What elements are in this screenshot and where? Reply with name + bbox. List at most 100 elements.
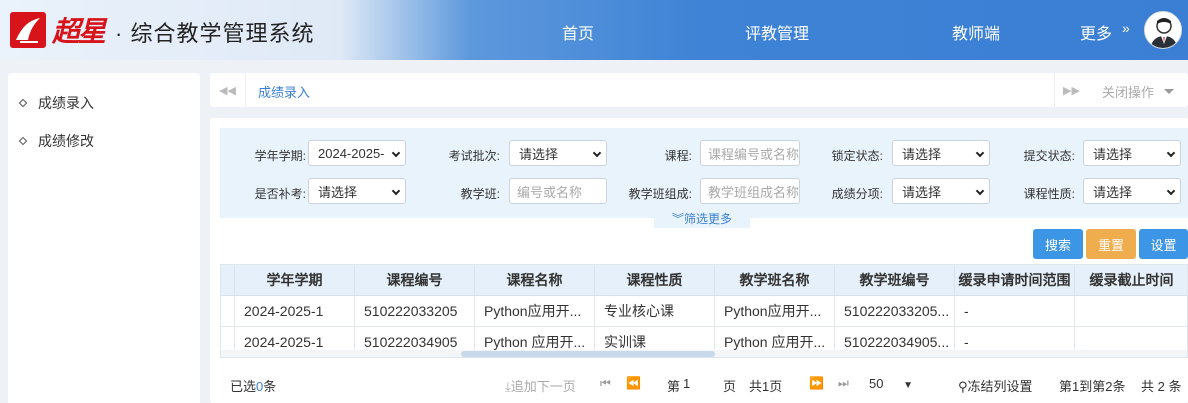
tab-scroll-left-icon[interactable]: ◀◀ [210,73,246,107]
selected-prefix: 已选 [230,379,257,394]
class-composition-label: 教学班组成: [628,187,692,201]
exam-batch-select[interactable]: 请选择 [509,140,607,166]
page-size-select[interactable]: 50 ▼ [869,376,913,391]
cell-course-type: 专业核心课 [595,296,715,327]
close-operations-dropdown[interactable]: 关闭操作 [1102,82,1175,101]
chevron-down-icon [391,148,401,158]
caret-down-icon [1164,89,1175,94]
col-header-course-code[interactable]: 课程编号 [355,265,475,296]
cell-term: 2024-2025-1 [235,296,355,327]
nav-more[interactable]: 更多 [1080,20,1112,44]
col-header-class-name[interactable]: 教学班名称 [715,265,835,296]
data-table: 学年学期 课程编号 课程名称 课程性质 教学班名称 教学班编号 缓录申请时间范围… [220,264,1188,358]
tab-score-entry[interactable]: 成绩录入 [258,82,310,101]
cell-class-code: 510222033205... [835,296,955,327]
lock-status-select[interactable]: 请选择 [892,140,990,166]
brand-logo-icon [10,12,46,48]
course-input[interactable]: 课程编号或名称 [700,140,800,166]
col-header-defer-range[interactable]: 缓录申请时间范围 [955,265,1075,296]
term-select-value: 2024-2025- [318,145,385,161]
close-operations-label: 关闭操作 [1102,85,1155,100]
score-item-label: 成绩分项: [831,187,883,201]
nav-evaluation[interactable]: 评教管理 [745,20,809,44]
makeup-label: 是否补考: [254,187,306,201]
pin-icon: ⚲ [958,379,968,394]
sidebar-item-score-entry[interactable]: 成绩录入 [18,93,94,113]
exam-batch-value: 请选择 [519,146,559,162]
page-prefix: 第 [667,379,681,394]
pagination-bar: 已选0条 ⤓追加下一页 ⏮ ⏪ 第 1 页 共1页 ⏩ ⏭ 50 ▼ ⚲冻结列设… [220,368,1188,398]
chevron-down-icon [975,186,985,196]
filter-panel: 学年学期: 2024-2025- 考试批次: 请选择 课程: 课程编号或名称 锁… [220,128,1188,218]
submit-status-label: 提交状态: [1023,149,1075,163]
makeup-select[interactable]: 请选择 [308,178,406,204]
course-type-value: 请选择 [1093,184,1133,200]
total-pages: 共1页 [749,379,783,394]
horizontal-scrollbar[interactable] [221,350,1187,357]
page-number-input[interactable]: 1 [683,376,690,391]
freeze-columns-label: 冻结列设置 [967,379,1033,394]
nav-teacher[interactable]: 教师端 [952,20,1000,44]
user-avatar-icon [1150,18,1178,48]
double-chevron-right-icon[interactable]: » [1122,20,1130,36]
next-page-icon[interactable]: ⏩ [809,376,824,390]
class-input[interactable]: 编号或名称 [509,178,607,204]
chevron-down-icon [975,148,985,158]
prev-page-icon[interactable]: ⏪ [626,376,641,390]
page-suffix: 页 [723,379,737,394]
avatar[interactable] [1144,11,1182,49]
row-select-cell[interactable] [221,296,235,327]
score-item-select[interactable]: 请选择 [892,178,990,204]
class-composition-input[interactable]: 教学班组成名称 [700,178,800,204]
first-page-icon[interactable]: ⏮ [600,376,611,391]
checkbox-column-header[interactable] [221,265,235,296]
course-type-label: 课程性质: [1023,187,1075,201]
lock-status-value: 请选择 [902,146,942,162]
submit-status-select[interactable]: 请选择 [1083,140,1181,166]
col-header-class-code[interactable]: 教学班编号 [835,265,955,296]
nav-home[interactable]: 首页 [562,20,594,44]
double-chevron-down-icon: ︾ [671,212,684,226]
chevron-down-icon [1166,148,1176,158]
brand-logo-text: 超星 [52,15,106,48]
sidebar-item-label: 成绩修改 [38,133,94,149]
top-header: 超星 · 综合教学管理系统 首页 评教管理 教师端 更多 » [0,0,1188,60]
lock-status-label: 锁定状态: [831,149,883,163]
append-next-label: 追加下一页 [510,379,576,394]
cell-class-name: Python应用开... [715,296,835,327]
table-header-row: 学年学期 课程编号 课程名称 课程性质 教学班名称 教学班编号 缓录申请时间范围… [221,265,1187,296]
append-next-page-button[interactable]: ⤓追加下一页 [505,376,576,395]
record-total: 共 2 条 [1141,379,1182,394]
record-range: 第1到第2条 [1059,379,1126,394]
cell-defer-deadline [1075,296,1187,327]
more-filter-label: 筛选更多 [684,212,733,226]
freeze-columns-button[interactable]: ⚲冻结列设置 [958,376,1033,395]
scrollbar-thumb[interactable] [461,351,715,357]
score-item-value: 请选择 [902,184,942,200]
col-header-defer-deadline[interactable]: 缓录截止时间 [1075,265,1187,296]
search-button[interactable]: 搜索 [1033,229,1083,259]
last-page-icon[interactable]: ⏭ [838,376,849,391]
table-row[interactable]: 2024-2025-1 510222033205 Python应用开... 专业… [221,296,1187,327]
chevron-down-icon [592,148,602,158]
main-panel: 学年学期: 2024-2025- 考试批次: 请选择 课程: 课程编号或名称 锁… [210,118,1188,403]
term-select[interactable]: 2024-2025- [308,140,406,166]
chevron-down-icon: ▼ [903,380,913,391]
system-title: · 综合教学管理系统 [115,21,315,46]
diamond-bullet-icon [18,136,28,146]
more-filter-toggle[interactable]: ︾筛选更多 [654,210,750,228]
course-label: 课程: [664,149,692,163]
col-header-term[interactable]: 学年学期 [235,265,355,296]
tab-scroll-right-icon[interactable]: ▶▶ [1054,73,1088,107]
course-type-select[interactable]: 请选择 [1083,178,1181,204]
col-header-course-name[interactable]: 课程名称 [475,265,595,296]
reset-button[interactable]: 重置 [1086,229,1136,259]
exam-batch-label: 考试批次: [448,149,500,163]
chevron-down-icon [391,186,401,196]
sidebar-item-score-modify[interactable]: 成绩修改 [18,131,94,151]
selected-suffix: 条 [263,379,277,394]
term-label: 学年学期: [254,149,306,163]
settings-button[interactable]: 设置 [1139,229,1188,259]
submit-status-value: 请选择 [1093,146,1133,162]
col-header-course-type[interactable]: 课程性质 [595,265,715,296]
